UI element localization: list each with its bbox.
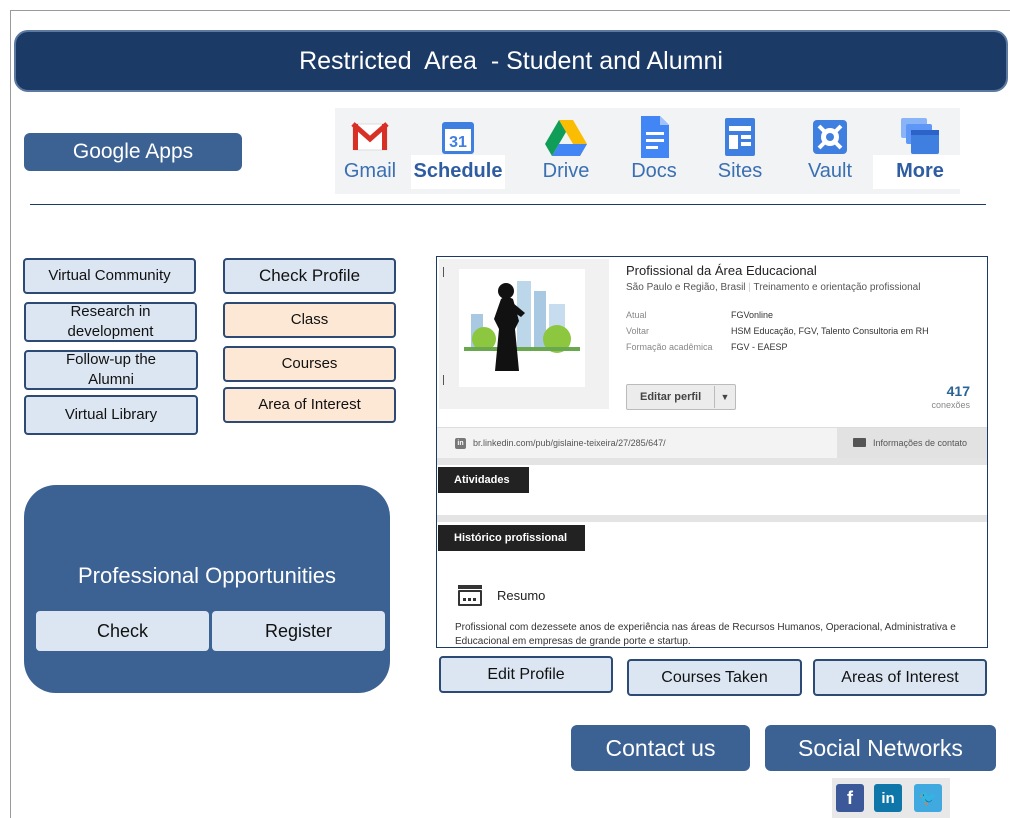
- detail-value: HSM Educação, FGV, Talento Consultoria e…: [731, 326, 929, 336]
- app-label: Drive: [542, 160, 590, 182]
- check-profile-button[interactable]: Check Profile: [223, 258, 396, 294]
- contact-info-tab[interactable]: Informações de contato: [837, 428, 987, 459]
- linkedin-small-icon: in: [455, 438, 466, 449]
- linkedin-profile-preview: Profissional da Área Educacional São Pau…: [436, 256, 988, 648]
- page-title: Restricted Area - Student and Alumni: [299, 46, 723, 75]
- calendar-day: 31: [449, 134, 467, 151]
- app-schedule[interactable]: 31 Schedule: [411, 108, 505, 194]
- work-history-tab[interactable]: Histórico profissional: [438, 525, 585, 551]
- connections-label: conexões: [931, 400, 970, 410]
- detail-key: Formação acadêmica: [626, 342, 713, 352]
- section-separator: [437, 458, 987, 465]
- app-label: More: [896, 160, 944, 182]
- detail-key: Voltar: [626, 326, 650, 336]
- virtual-community-button[interactable]: Virtual Community: [23, 258, 196, 294]
- app-more[interactable]: More: [873, 108, 967, 194]
- areas-of-interest-button[interactable]: Areas of Interest: [813, 659, 987, 696]
- google-apps-strip: Gmail 31 Schedule Drive Docs Sites Vault…: [335, 108, 967, 194]
- vault-icon: [813, 120, 847, 154]
- facebook-icon[interactable]: f: [836, 784, 864, 812]
- profile-location: São Paulo e Região, Brasil: [626, 282, 746, 293]
- activities-tab[interactable]: Atividades: [438, 467, 529, 493]
- professional-opportunities-panel: Professional Opportunities Check Registe…: [24, 485, 390, 693]
- app-sites[interactable]: Sites: [705, 108, 775, 194]
- page-header: Restricted Area - Student and Alumni: [14, 30, 1008, 92]
- app-docs[interactable]: Docs: [619, 108, 689, 194]
- linkedin-icon[interactable]: in: [874, 784, 902, 812]
- courses-taken-button[interactable]: Courses Taken: [627, 659, 802, 696]
- app-drive[interactable]: Drive: [531, 108, 601, 194]
- section-divider: [30, 204, 986, 205]
- app-label: Schedule: [413, 160, 503, 182]
- virtual-library-button[interactable]: Virtual Library: [24, 395, 198, 435]
- editar-perfil-label: Editar perfil: [640, 391, 702, 403]
- detail-key: Atual: [626, 310, 647, 320]
- class-button[interactable]: Class: [223, 302, 396, 338]
- app-label: Gmail: [343, 160, 397, 182]
- twitter-icon[interactable]: 🐦: [914, 784, 942, 812]
- detail-value: FGVonline: [731, 310, 774, 320]
- chevron-down-icon[interactable]: ▼: [715, 392, 735, 402]
- summary-text: Profissional com dezessete anos de exper…: [455, 622, 956, 647]
- contact-info-label: Informações de contato: [873, 438, 968, 448]
- section-separator: [437, 515, 987, 522]
- more-icon: [901, 118, 939, 154]
- professional-opportunities-title: Professional Opportunities: [77, 563, 337, 588]
- follow-up-alumni-button[interactable]: Follow-up the Alumni: [24, 350, 198, 390]
- drive-icon: [545, 120, 587, 156]
- profile-industry: Treinamento e orientação profissional: [753, 282, 921, 293]
- profile-photo: [443, 267, 585, 387]
- detail-value: FGV - EAESP: [731, 342, 788, 352]
- connections-count: 417: [946, 383, 970, 399]
- research-in-development-button[interactable]: Research in development: [24, 302, 197, 342]
- google-apps-button[interactable]: Google Apps: [24, 133, 242, 171]
- frame-left-border: [10, 10, 11, 818]
- gmail-icon: [351, 122, 389, 151]
- social-networks-button[interactable]: Social Networks: [765, 725, 996, 771]
- profile-url[interactable]: br.linkedin.com/pub/gislaine-teixeira/27…: [473, 438, 666, 448]
- summary-title: Resumo: [497, 588, 546, 603]
- courses-button[interactable]: Courses: [223, 346, 396, 382]
- profile-photo-card: [439, 259, 609, 409]
- editar-perfil-button[interactable]: Editar perfil ▼: [626, 384, 736, 410]
- app-label: Vault: [807, 160, 853, 182]
- area-of-interest-button[interactable]: Area of Interest: [223, 387, 396, 423]
- social-icons-bar: f in 🐦: [832, 778, 950, 818]
- profile-url-row: in br.linkedin.com/pub/gislaine-teixeira…: [437, 427, 987, 459]
- docs-icon: [641, 116, 669, 158]
- calendar-icon: 31: [442, 122, 474, 154]
- sites-icon: [725, 118, 755, 156]
- profile-location-line: São Paulo e Região, Brasil | Treinamento…: [626, 282, 921, 293]
- check-opportunities-button[interactable]: Check: [36, 611, 209, 651]
- contact-card-icon: [853, 438, 866, 447]
- app-gmail[interactable]: Gmail: [335, 108, 405, 194]
- frame-top-border: [10, 10, 1010, 11]
- app-label: Docs: [631, 160, 677, 182]
- profile-headline: Profissional da Área Educacional: [626, 263, 817, 278]
- contact-us-button[interactable]: Contact us: [571, 725, 750, 771]
- app-vault[interactable]: Vault: [795, 108, 865, 194]
- app-label: Sites: [717, 160, 763, 182]
- briefcase-icon: [458, 585, 482, 606]
- register-opportunity-button[interactable]: Register: [212, 611, 385, 651]
- edit-profile-button[interactable]: Edit Profile: [439, 656, 613, 693]
